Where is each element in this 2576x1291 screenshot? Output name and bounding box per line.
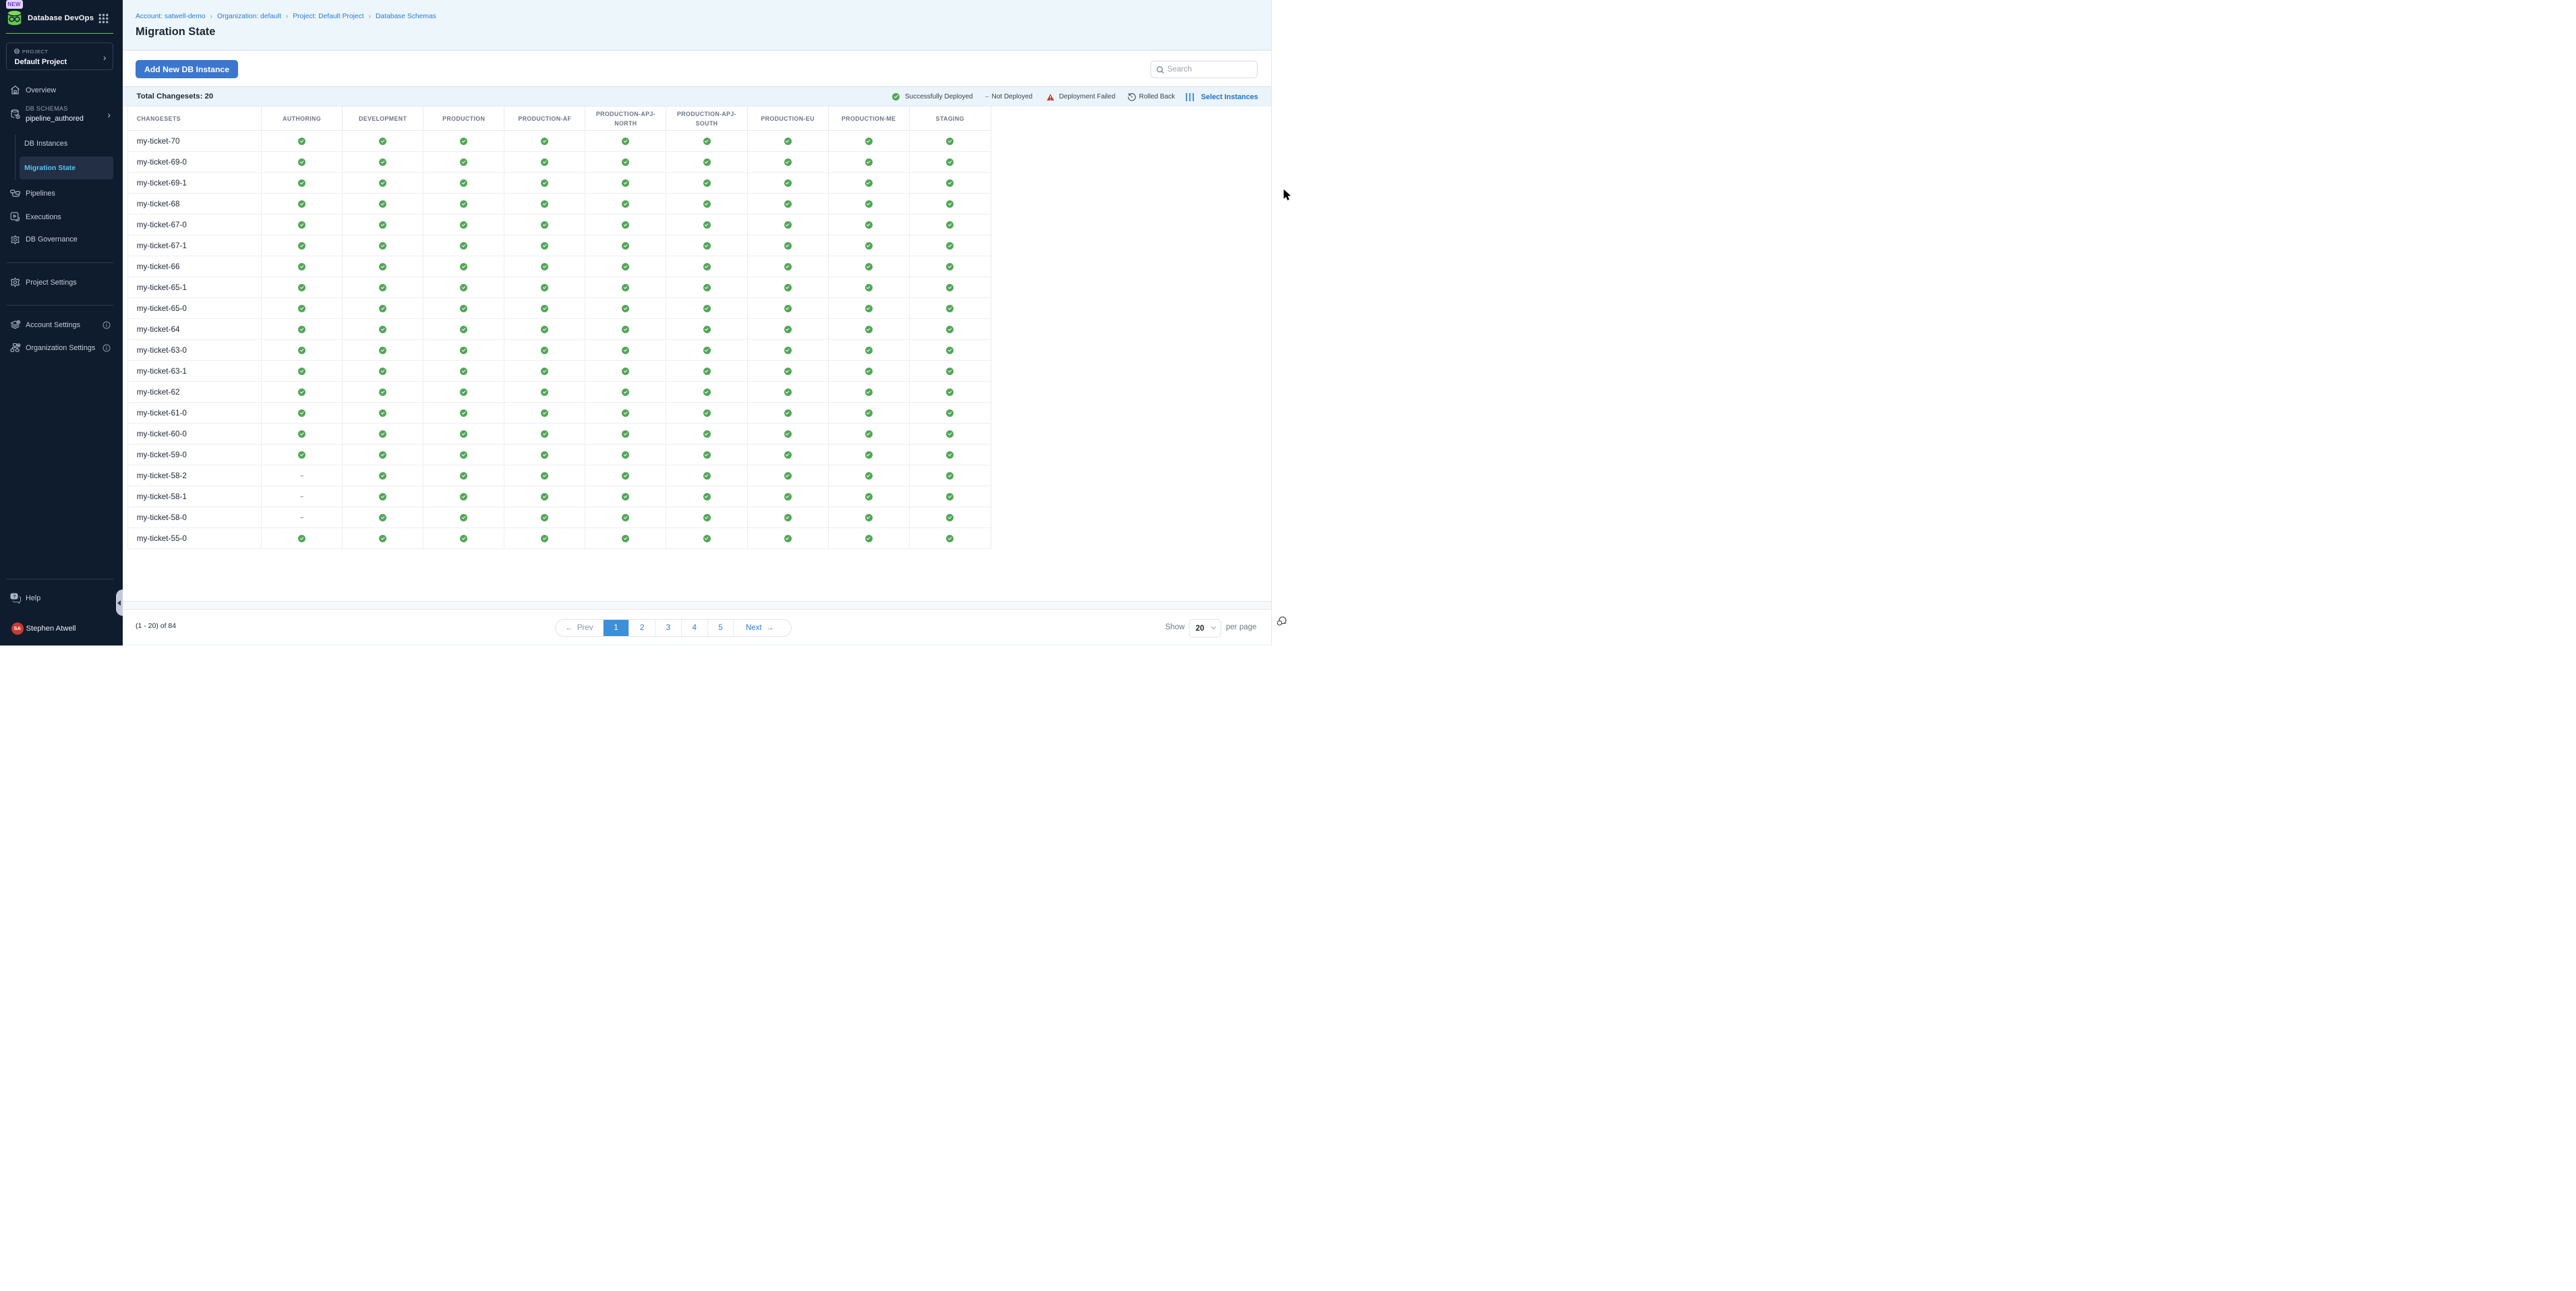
svg-text:?: ? [13, 594, 16, 599]
